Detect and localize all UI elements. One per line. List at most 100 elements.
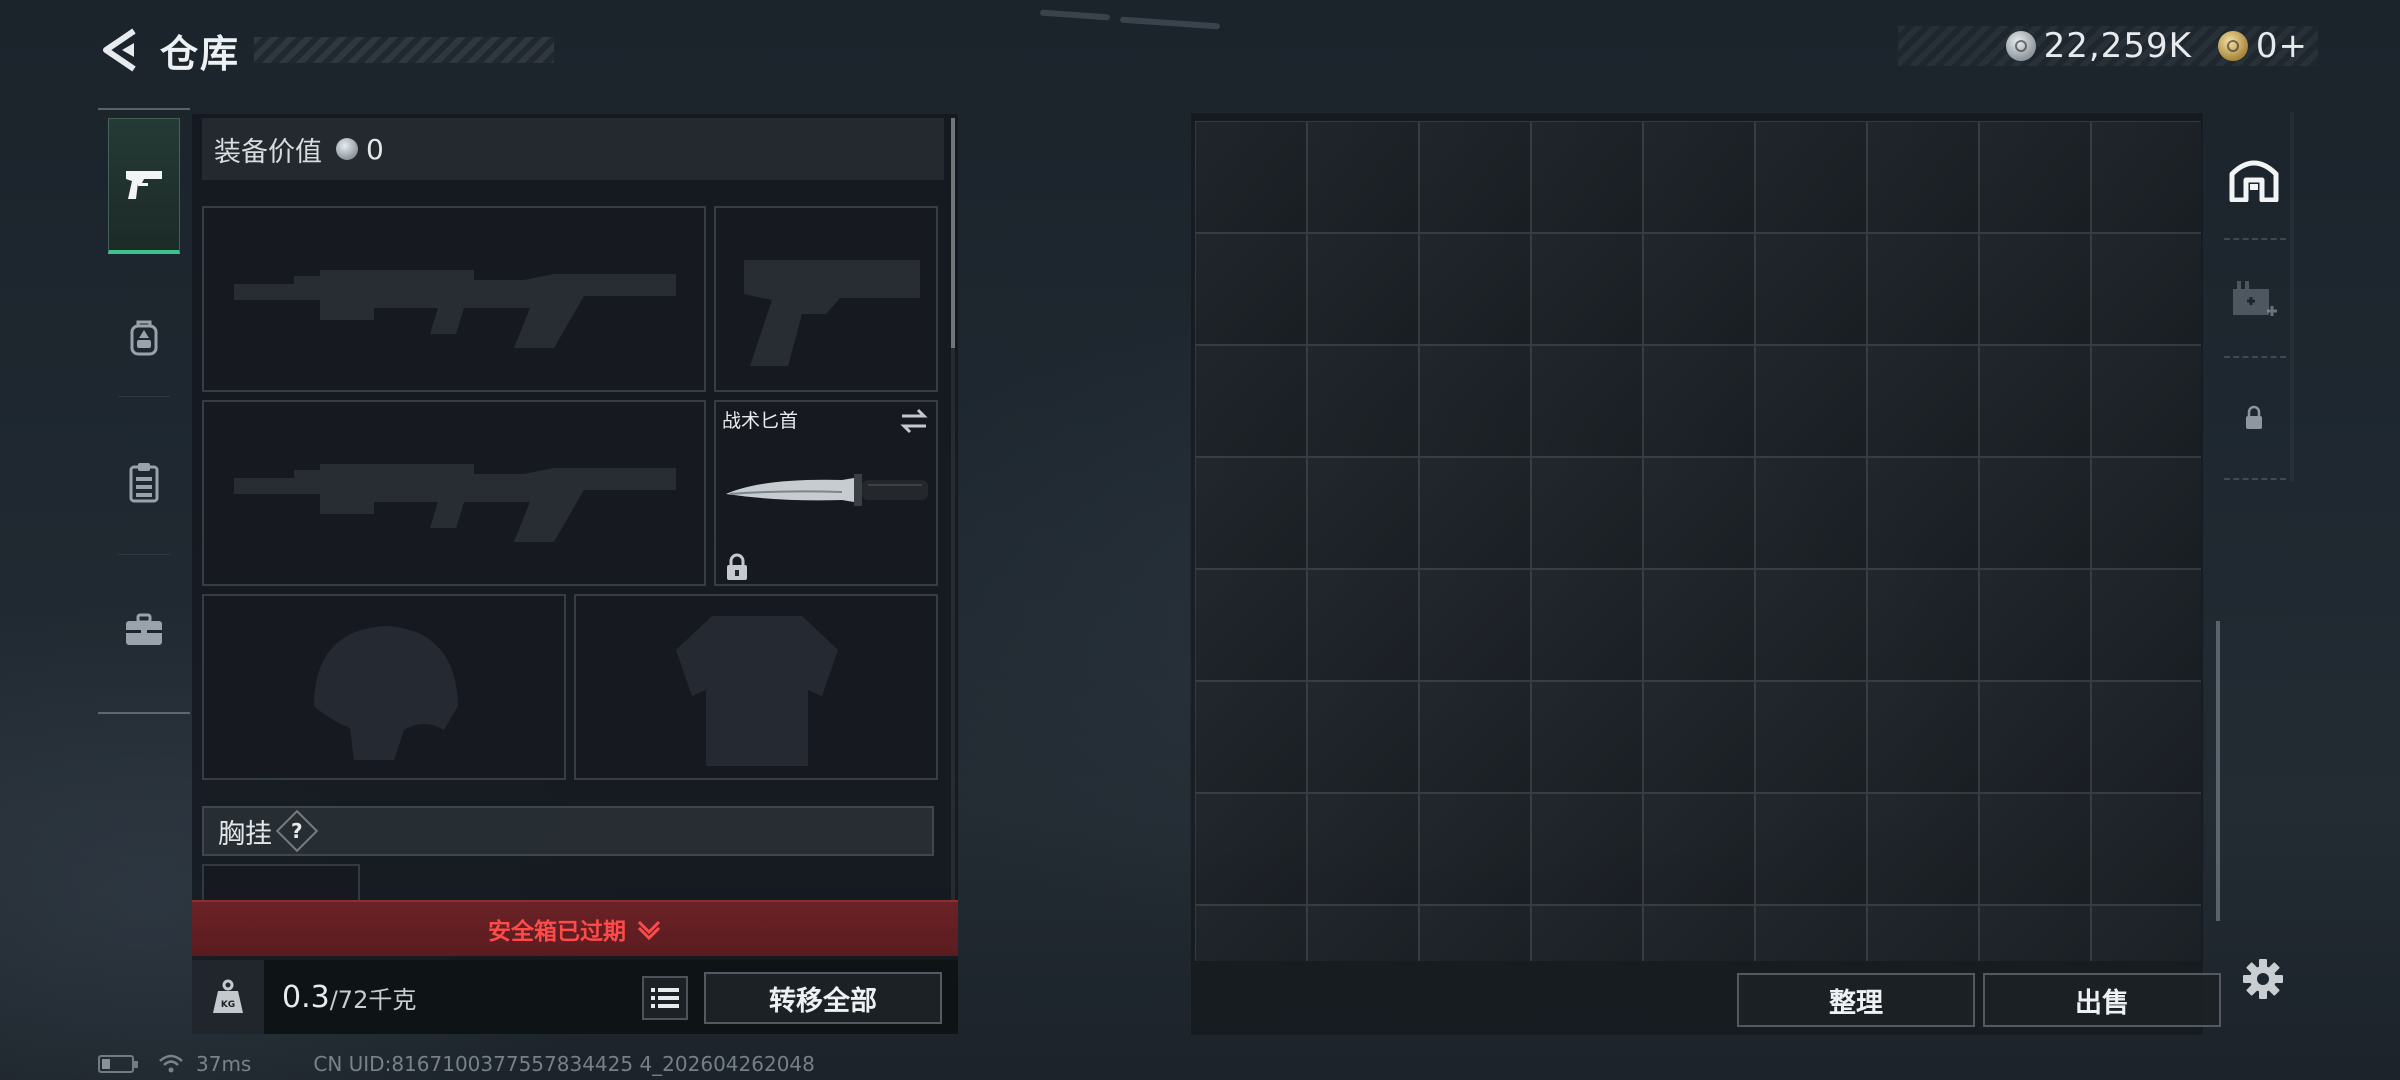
storage-cell[interactable] <box>1531 905 1643 961</box>
storage-cell[interactable] <box>1531 681 1643 793</box>
storage-cell[interactable] <box>1643 569 1755 681</box>
storage-cell[interactable] <box>1307 905 1419 961</box>
storage-cell[interactable] <box>1643 793 1755 905</box>
storage-cell[interactable] <box>1867 233 1979 345</box>
storage-cell[interactable] <box>2091 233 2201 345</box>
storage-cell[interactable] <box>1867 121 1979 233</box>
storage-cell[interactable] <box>2091 121 2201 233</box>
sort-button[interactable]: 整理 <box>1737 973 1975 1027</box>
helmet-slot[interactable] <box>202 594 566 780</box>
storage-cell[interactable] <box>1419 345 1531 457</box>
storage-cell[interactable] <box>1867 345 1979 457</box>
loadout-scroll-thumb[interactable] <box>951 118 955 348</box>
storage-cell[interactable] <box>1755 121 1867 233</box>
storage-cell[interactable] <box>1531 121 1643 233</box>
sidearm-slot[interactable] <box>714 206 938 392</box>
transfer-all-button[interactable]: 转移全部 <box>704 972 942 1024</box>
storage-cell[interactable] <box>1307 345 1419 457</box>
storage-cell[interactable] <box>1755 569 1867 681</box>
storage-cell[interactable] <box>1419 681 1531 793</box>
storage-grid[interactable] <box>1195 121 2201 961</box>
storage-cell[interactable] <box>1531 457 1643 569</box>
storage-cell[interactable] <box>1979 793 2091 905</box>
gold-currency-value[interactable]: 0+ <box>2256 26 2308 66</box>
rail-tab-weapons[interactable] <box>108 118 180 254</box>
storage-cell[interactable] <box>1867 793 1979 905</box>
storage-cell[interactable] <box>1195 457 1307 569</box>
storage-cell[interactable] <box>1307 793 1419 905</box>
storage-cell[interactable] <box>2091 345 2201 457</box>
chest-rig-slot[interactable] <box>202 864 360 904</box>
storage-cell[interactable] <box>1419 905 1531 961</box>
helmet-icon <box>314 626 458 760</box>
settings-button[interactable] <box>2238 954 2288 1004</box>
storage-cell[interactable] <box>1195 569 1307 681</box>
back-button[interactable] <box>98 25 142 75</box>
list-view-button[interactable] <box>642 976 688 1020</box>
swap-icon[interactable] <box>898 406 930 436</box>
storage-cell[interactable] <box>1307 233 1419 345</box>
sell-button[interactable]: 出售 <box>1983 973 2221 1027</box>
storage-cell[interactable] <box>1643 905 1755 961</box>
container-tab-storage[interactable] <box>2212 118 2296 238</box>
storage-cell[interactable] <box>1307 681 1419 793</box>
rail-tab-backpack[interactable] <box>108 270 180 406</box>
storage-cell[interactable] <box>1755 681 1867 793</box>
storage-cell[interactable] <box>1419 121 1531 233</box>
storage-cell[interactable] <box>1979 233 2091 345</box>
storage-cell[interactable] <box>1643 345 1755 457</box>
storage-cell[interactable] <box>1195 681 1307 793</box>
storage-cell[interactable] <box>1755 345 1867 457</box>
storage-cell[interactable] <box>1195 793 1307 905</box>
storage-cell[interactable] <box>1867 569 1979 681</box>
storage-cell[interactable] <box>1419 569 1531 681</box>
storage-cell[interactable] <box>1643 233 1755 345</box>
storage-cell[interactable] <box>2091 569 2201 681</box>
melee-slot[interactable]: 战术匕首 <box>714 400 938 586</box>
storage-cell[interactable] <box>1867 905 1979 961</box>
storage-cell[interactable] <box>1531 233 1643 345</box>
storage-cell[interactable] <box>2091 681 2201 793</box>
storage-cell[interactable] <box>1195 233 1307 345</box>
storage-cell[interactable] <box>1531 793 1643 905</box>
storage-cell[interactable] <box>2091 457 2201 569</box>
storage-cell[interactable] <box>1195 121 1307 233</box>
armor-slot[interactable] <box>574 594 938 780</box>
storage-scrollbar[interactable] <box>2216 621 2220 921</box>
storage-cell[interactable] <box>1979 121 2091 233</box>
storage-cell[interactable] <box>1979 345 2091 457</box>
storage-cell[interactable] <box>1531 345 1643 457</box>
storage-cell[interactable] <box>1531 569 1643 681</box>
secondary-weapon-slot[interactable] <box>202 400 706 586</box>
storage-cell[interactable] <box>1755 457 1867 569</box>
storage-cell[interactable] <box>1979 905 2091 961</box>
storage-cell[interactable] <box>1307 121 1419 233</box>
storage-cell[interactable] <box>1643 121 1755 233</box>
primary-weapon-slot[interactable] <box>202 206 706 392</box>
container-tab-locked[interactable] <box>2212 358 2296 478</box>
storage-cell[interactable] <box>1979 569 2091 681</box>
storage-cell[interactable] <box>1419 457 1531 569</box>
storage-cell[interactable] <box>1307 569 1419 681</box>
storage-cell[interactable] <box>1867 681 1979 793</box>
storage-cell[interactable] <box>1643 457 1755 569</box>
storage-cell[interactable] <box>1755 793 1867 905</box>
container-tab-expand[interactable] <box>2212 240 2296 360</box>
storage-cell[interactable] <box>1867 457 1979 569</box>
rail-tab-case[interactable] <box>108 562 180 698</box>
storage-cell[interactable] <box>2091 793 2201 905</box>
storage-cell[interactable] <box>1979 681 2091 793</box>
storage-cell[interactable] <box>1419 793 1531 905</box>
storage-cell[interactable] <box>1979 457 2091 569</box>
storage-cell[interactable] <box>1307 457 1419 569</box>
storage-cell[interactable] <box>2091 905 2201 961</box>
storage-cell[interactable] <box>1643 681 1755 793</box>
safe-box-expired-banner[interactable]: 安全箱已过期 <box>192 900 958 956</box>
storage-cell[interactable] <box>1195 345 1307 457</box>
rail-tab-rig[interactable] <box>108 414 180 550</box>
storage-cell[interactable] <box>1755 905 1867 961</box>
help-icon[interactable]: ? <box>275 809 319 853</box>
storage-cell[interactable] <box>1195 905 1307 961</box>
storage-cell[interactable] <box>1755 233 1867 345</box>
storage-cell[interactable] <box>1419 233 1531 345</box>
